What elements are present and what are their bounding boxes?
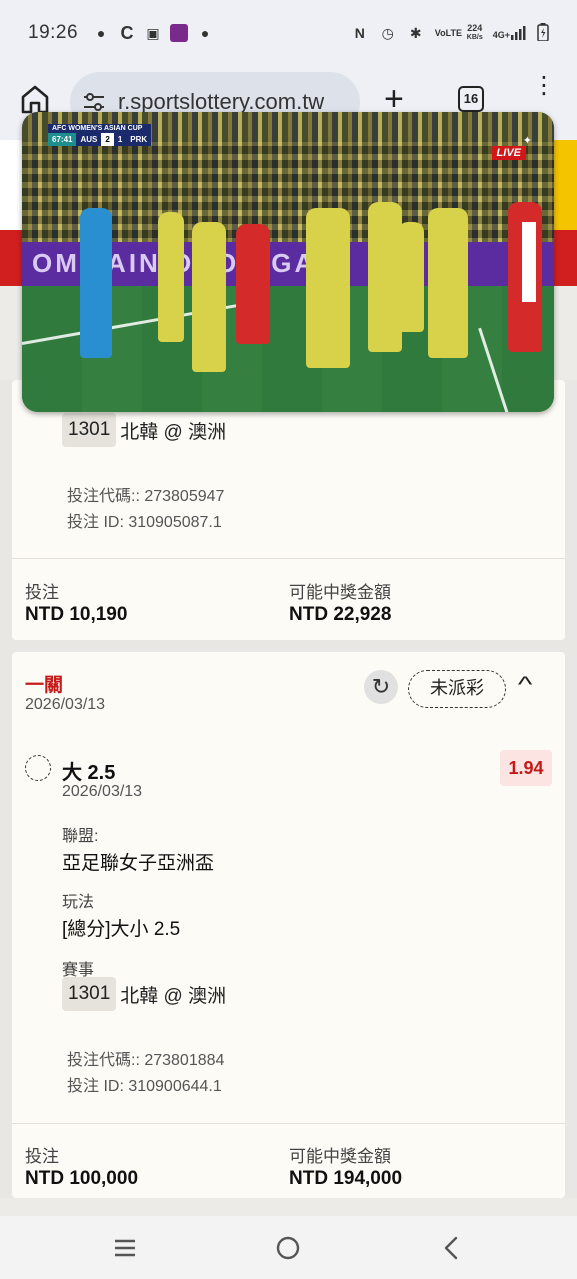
refresh-button[interactable]: ↻: [364, 670, 398, 704]
next-card-peek: [0, 1198, 577, 1216]
payout-label: 可能中獎金額: [289, 583, 391, 602]
payout-value: NTD 22,928: [289, 604, 392, 625]
system-icons: N ◷ ✱ VoLTE 224 KB/s 4G+: [351, 22, 549, 44]
market-value: [總分]大小 2.5: [62, 919, 181, 940]
home-team: AUS: [76, 133, 102, 146]
divider: [12, 558, 565, 559]
stake-label: 投注: [25, 1147, 59, 1166]
divider: [12, 1123, 565, 1124]
alarm-icon: ◷: [381, 25, 394, 41]
status-bar: 19:26 ● C ▣ ● N ◷ ✱ VoLTE 224 KB/s 4G+: [0, 0, 577, 66]
browser-menu-button[interactable]: ⋮: [532, 74, 556, 98]
match-code-chip: 1301: [62, 977, 117, 1011]
league-value: 亞足聯女子亞洲盃: [62, 853, 215, 874]
status-badge[interactable]: 未派彩: [408, 670, 506, 708]
recent-apps-icon[interactable]: [109, 1232, 141, 1264]
bet-id: 投注 ID: 310900644.1: [67, 1078, 222, 1095]
bet-date: 2026/03/13: [25, 696, 106, 713]
selection-date: 2026/03/13: [62, 783, 143, 800]
notification-icons: ● C ▣ ●: [92, 24, 214, 42]
collapse-button[interactable]: ^: [518, 672, 532, 698]
player: [368, 202, 402, 352]
page-side-tab: [550, 140, 577, 230]
chevron-up-icon: ^: [517, 672, 533, 697]
match-code-chip: 1301: [62, 413, 117, 447]
player: [306, 208, 350, 368]
payout-value: NTD 194,000: [289, 1168, 403, 1189]
data-speed-icon: 224 KB/s: [467, 23, 483, 43]
bet-code: 投注代碼:: 273801884: [67, 1052, 225, 1069]
system-navigation-bar: [0, 1216, 577, 1279]
scoreboard: AFC WOMEN'S ASIAN CUP 67:41 AUS 2 1 PRK: [48, 124, 152, 150]
player: [236, 224, 270, 344]
stake-label: 投注: [25, 583, 59, 602]
volte-icon: VoLTE: [434, 28, 462, 38]
bet-code: 投注代碼:: 273805947: [67, 488, 225, 505]
match-name: 北韓 @ 澳洲: [120, 985, 227, 1007]
player: [192, 222, 226, 372]
bet-codes: 投注代碼:: 273805947 投注 ID: 310905087.1: [67, 484, 224, 536]
home-button[interactable]: [18, 82, 52, 116]
event-row: 1301 北韓 @ 澳洲: [62, 413, 226, 447]
network-type: 4G+: [492, 30, 510, 40]
live-badge: LIVE: [491, 146, 526, 160]
speed-unit: KB/s: [466, 34, 483, 41]
payout-label: 可能中獎金額: [289, 1147, 391, 1166]
line-icon: ●: [200, 25, 210, 41]
player: [428, 208, 468, 358]
goalkeeper: [80, 208, 112, 358]
c-app-icon: C: [120, 23, 134, 43]
away-team: PRK: [126, 133, 152, 146]
chat-icon: ●: [96, 25, 106, 41]
tab-switcher-button[interactable]: 16: [458, 86, 484, 112]
bet-card-1: 1301 北韓 @ 澳洲 投注代碼:: 273805947 投注 ID: 310…: [12, 380, 565, 640]
match-clock: 67:41: [48, 133, 77, 146]
stake-value: NTD 100,000: [25, 1168, 139, 1189]
away-score: 1: [113, 133, 127, 146]
bet-card-2: 一關 2026/03/13 ↻ 未派彩 ^ 大 2.5 2026/03/13 1…: [12, 652, 565, 1198]
stake-value: NTD 10,190: [25, 604, 128, 625]
event-row: 1301 北韓 @ 澳洲: [62, 977, 226, 1011]
home-icon: [21, 85, 49, 114]
status-time: 19:26: [28, 22, 79, 43]
score-row: 67:41 AUS 2 1 PRK: [48, 133, 152, 146]
selection-radio[interactable]: [25, 755, 51, 781]
league-label: 聯盟:: [62, 828, 99, 845]
market-label: 玩法: [62, 894, 95, 911]
home-score: 2: [101, 133, 114, 146]
bet-codes: 投注代碼:: 273801884 投注 ID: 310900644.1: [67, 1048, 224, 1100]
shopping-bag-icon: ▣: [146, 25, 160, 41]
pip-video-player[interactable]: OM TAIN ORON GAMI AFC WOMEN'S ASIAN CUP …: [22, 112, 554, 412]
competition-name: AFC WOMEN'S ASIAN CUP: [48, 124, 152, 133]
bet-type: 一關: [25, 675, 64, 696]
odds-badge: 1.94: [500, 750, 552, 786]
site-settings-icon[interactable]: [82, 90, 106, 114]
bluetooth-icon: ✱: [409, 25, 422, 41]
match-name: 北韓 @ 澳洲: [120, 421, 227, 443]
back-icon[interactable]: [436, 1232, 468, 1264]
speed-value: 224: [467, 23, 483, 33]
home-nav-icon[interactable]: [272, 1232, 304, 1264]
signal-icon: 4G+: [493, 26, 527, 40]
player: [398, 222, 424, 332]
new-tab-button[interactable]: +: [384, 82, 404, 116]
refresh-icon: ↻: [371, 674, 391, 699]
side-banner: [522, 222, 536, 302]
game-avatar-icon: [170, 24, 189, 42]
selection-name: 大 2.5: [62, 762, 116, 784]
bet-id: 投注 ID: 310905087.1: [67, 514, 222, 531]
nfc-icon: N: [354, 25, 365, 41]
player: [158, 212, 184, 342]
battery-icon: [537, 22, 549, 44]
